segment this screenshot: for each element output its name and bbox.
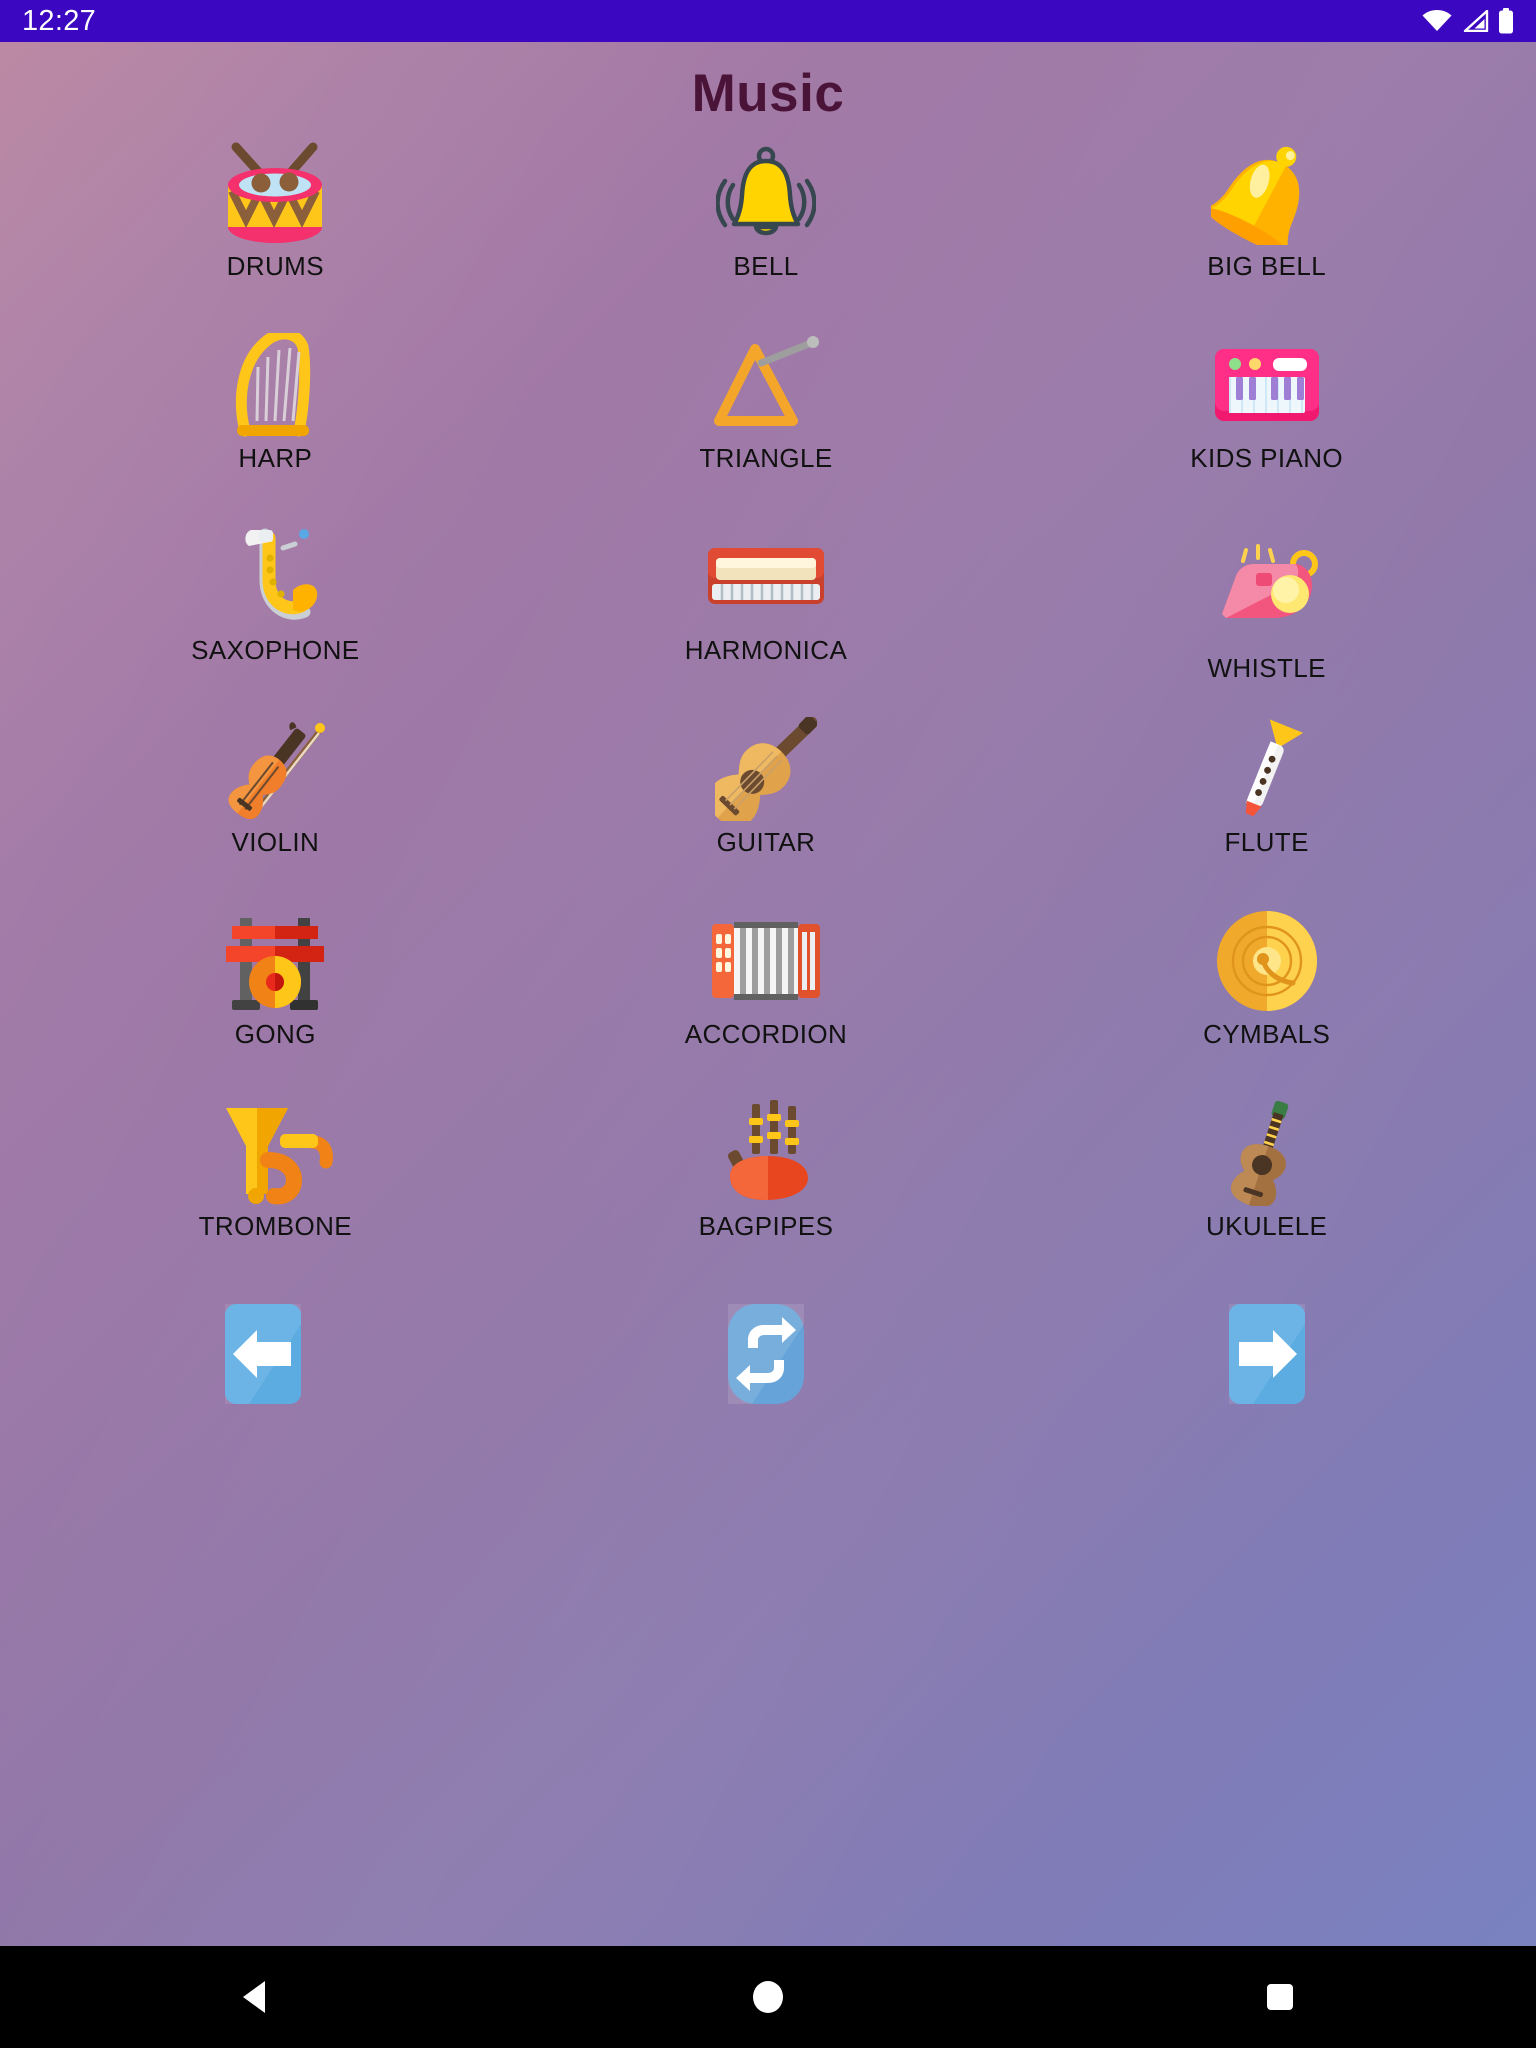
whistle-icon xyxy=(1212,528,1322,643)
accordion-icon xyxy=(710,904,822,1019)
instrument-cell-bagpipes[interactable]: BAGPIPES xyxy=(523,1096,1010,1288)
instrument-cell-drums[interactable]: DRUMS xyxy=(32,136,519,328)
android-recents-button[interactable] xyxy=(1200,1946,1360,2048)
kids-piano-icon xyxy=(1213,328,1321,443)
instrument-cell-cymbals[interactable]: CYMBALS xyxy=(1023,904,1510,1096)
shuffle-button[interactable] xyxy=(713,1302,818,1407)
instrument-cell-kids-piano[interactable]: KIDS PIANO xyxy=(1023,328,1510,520)
instrument-label: DRUMS xyxy=(226,250,324,281)
instrument-cell-guitar[interactable]: GUITAR xyxy=(523,712,1010,904)
cell-signal-icon xyxy=(1461,10,1489,32)
bagpipes-icon xyxy=(714,1096,818,1211)
app-screen: Music DRUMS BELL BIG BELL HARP TRIANGLE … xyxy=(0,42,1536,1946)
gong-icon xyxy=(220,904,330,1019)
instrument-cell-flute[interactable]: FLUTE xyxy=(1023,712,1510,904)
instrument-label: WHISTLE xyxy=(1207,652,1326,683)
instrument-cell-bell[interactable]: BELL xyxy=(523,136,1010,328)
instrument-cell-triangle[interactable]: TRIANGLE xyxy=(523,328,1010,520)
instrument-cell-harp[interactable]: HARP xyxy=(32,328,519,520)
battery-icon xyxy=(1498,8,1514,34)
next-page-button[interactable] xyxy=(1214,1302,1319,1407)
instrument-grid: DRUMS BELL BIG BELL HARP TRIANGLE KIDS P… xyxy=(0,136,1536,1288)
arrow-left-icon xyxy=(225,1304,302,1405)
instrument-label: HARMONICA xyxy=(684,634,848,665)
recents-square-icon xyxy=(1263,1979,1297,2015)
status-bar-icons xyxy=(1422,8,1514,34)
back-triangle-icon xyxy=(239,1979,273,2015)
guitar-icon xyxy=(714,712,817,827)
home-circle-icon xyxy=(751,1979,785,2015)
previous-page-button[interactable] xyxy=(211,1302,316,1407)
page-title: Music xyxy=(691,64,845,123)
status-bar: 12:27 xyxy=(0,0,1536,42)
bell-icon xyxy=(715,136,816,251)
android-back-button[interactable] xyxy=(176,1946,336,2048)
instrument-cell-saxophone[interactable]: SAXOPHONE xyxy=(32,520,519,712)
instrument-label: GONG xyxy=(234,1018,316,1049)
instrument-cell-whistle[interactable]: WHISTLE xyxy=(1023,520,1510,712)
status-bar-clock: 12:27 xyxy=(22,4,97,37)
pager-controls xyxy=(0,1302,1536,1407)
instrument-cell-accordion[interactable]: ACCORDION xyxy=(523,904,1010,1096)
violin-icon xyxy=(225,712,326,827)
saxophone-icon xyxy=(229,520,321,635)
cymbals-icon xyxy=(1215,904,1319,1019)
instrument-label: BELL xyxy=(733,250,799,281)
big-bell-icon xyxy=(1210,136,1323,251)
instrument-label: TRIANGLE xyxy=(699,442,833,473)
instrument-label: SAXOPHONE xyxy=(191,634,360,665)
harp-icon xyxy=(227,328,323,443)
android-home-button[interactable] xyxy=(688,1946,848,2048)
instrument-label: UKULELE xyxy=(1206,1210,1328,1241)
instrument-cell-violin[interactable]: VIOLIN xyxy=(32,712,519,904)
instrument-label: BIG BELL xyxy=(1207,250,1327,281)
instrument-cell-big-bell[interactable]: BIG BELL xyxy=(1023,136,1510,328)
instrument-cell-ukulele[interactable]: UKULELE xyxy=(1023,1096,1510,1288)
instrument-label: GUITAR xyxy=(716,826,816,857)
instrument-label: VIOLIN xyxy=(231,826,320,857)
arrow-right-icon xyxy=(1228,1304,1305,1405)
wifi-icon xyxy=(1422,10,1452,32)
instrument-label: HARP xyxy=(238,442,313,473)
instrument-label: TROMBONE xyxy=(198,1210,353,1241)
instrument-label: KIDS PIANO xyxy=(1190,442,1344,473)
instrument-label: ACCORDION xyxy=(684,1018,848,1049)
android-navigation-bar xyxy=(0,1946,1536,2048)
instrument-cell-trombone[interactable]: TROMBONE xyxy=(32,1096,519,1288)
instrument-label: CYMBALS xyxy=(1203,1018,1331,1049)
instrument-label: BAGPIPES xyxy=(698,1210,834,1241)
instrument-label: FLUTE xyxy=(1224,826,1309,857)
drums-icon xyxy=(216,136,334,251)
instrument-cell-gong[interactable]: GONG xyxy=(32,904,519,1096)
trombone-icon xyxy=(216,1096,334,1211)
ukulele-icon xyxy=(1223,1096,1311,1211)
instrument-cell-harmonica[interactable]: HARMONICA xyxy=(523,520,1010,712)
flute-icon xyxy=(1221,712,1313,827)
repeat-icon xyxy=(727,1304,804,1405)
harmonica-icon xyxy=(706,520,826,635)
triangle-icon xyxy=(711,328,821,443)
